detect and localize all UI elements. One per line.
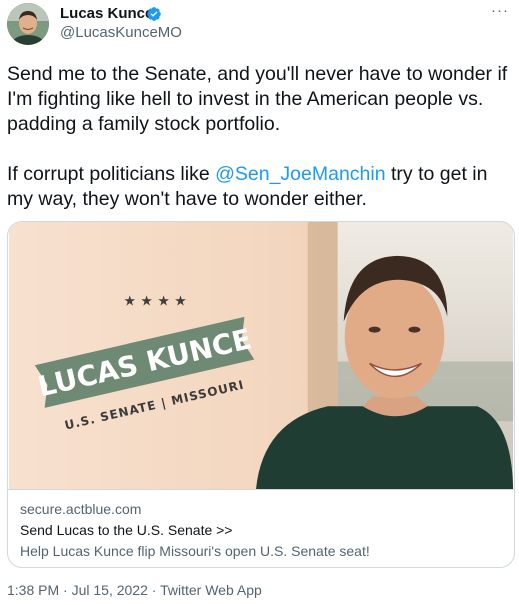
display-name[interactable]: Lucas Kunce	[60, 5, 153, 22]
user-avatar	[7, 3, 49, 45]
card-description: Help Lucas Kunce flip Missouri's open U.…	[20, 543, 370, 559]
tweet-date[interactable]: Jul 15, 2022	[72, 582, 148, 598]
tweet-source[interactable]: Twitter Web App	[160, 582, 262, 598]
card-meta: secure.actblue.com Send Lucas to the U.S…	[8, 490, 514, 567]
tweet-paragraph-1: Send me to the Senate, and you'll never …	[7, 63, 508, 135]
link-card[interactable]: ★ ★ ★ ★ LUCAS KUNCE U.S. SENATE | MISSOU…	[7, 221, 515, 568]
verified-badge-icon	[147, 7, 161, 21]
tweet-time[interactable]: 1:38 PM	[7, 582, 59, 598]
tweet-paragraph-2: If corrupt politicians like @Sen_JoeManc…	[7, 162, 515, 212]
user-handle[interactable]: @LucasKunceMO	[60, 24, 182, 41]
tweet-header: Lucas Kunce @LucasKunceMO ···	[0, 0, 519, 56]
mention-link[interactable]: @Sen_JoeManchin	[215, 163, 385, 185]
card-title[interactable]: Send Lucas to the U.S. Senate >>	[20, 521, 502, 540]
banner-stars: ★ ★ ★ ★	[124, 294, 187, 310]
card-image[interactable]: ★ ★ ★ ★ LUCAS KUNCE U.S. SENATE | MISSOU…	[8, 222, 514, 490]
meta-separator-1: ·	[59, 582, 72, 598]
tweet-text-before-mention: If corrupt politicians like	[7, 163, 216, 185]
tweet-body: Send me to the Senate, and you'll never …	[7, 62, 515, 212]
meta-separator-2: ·	[147, 582, 161, 598]
card-domain: secure.actblue.com	[20, 501, 142, 517]
tweet-timestamp: 1:38 PM · Jul 15, 2022 · Twitter Web App	[7, 582, 262, 598]
avatar[interactable]	[7, 3, 49, 45]
more-options-icon[interactable]: ···	[491, 2, 509, 19]
